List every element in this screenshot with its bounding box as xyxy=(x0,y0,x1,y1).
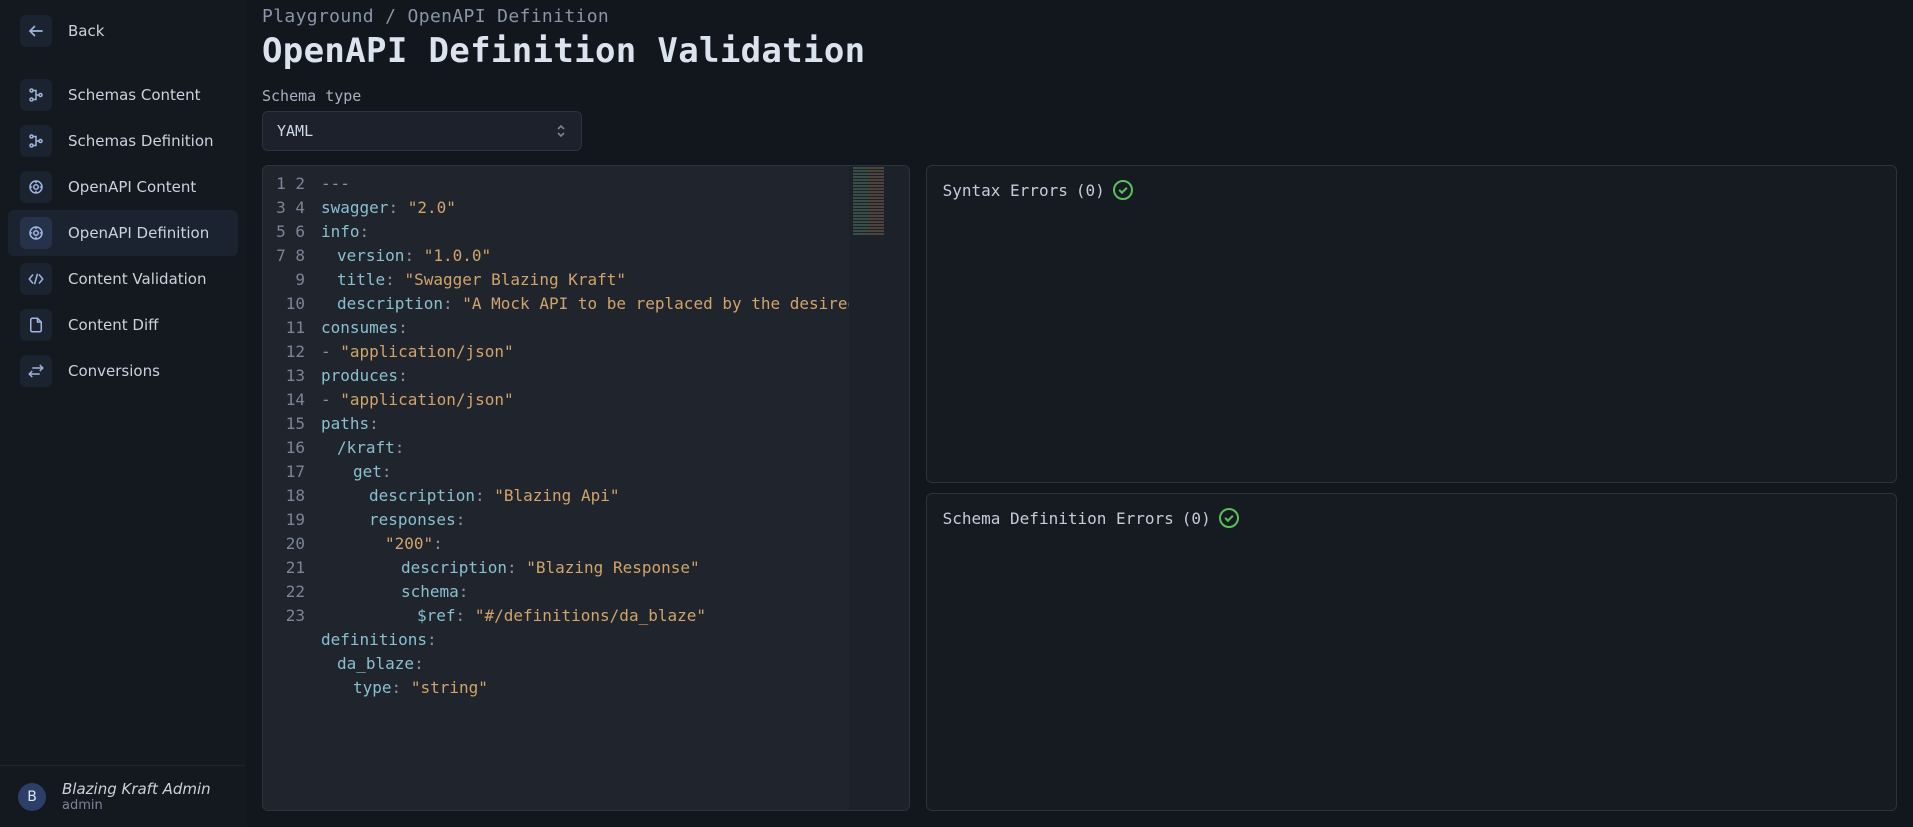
chevron-updown-icon xyxy=(555,123,567,139)
schema-type-value: YAML xyxy=(277,122,313,140)
breadcrumb[interactable]: Playground / OpenAPI Definition xyxy=(262,6,1897,27)
page-title: OpenAPI Definition Validation xyxy=(262,31,1897,71)
sidebar-item-label: Content Validation xyxy=(68,270,207,288)
sidebar-item-label: Conversions xyxy=(68,362,160,380)
syntax-errors-panel: Syntax Errors (0) xyxy=(926,165,1897,483)
sidebar-item-conversions[interactable]: Conversions xyxy=(8,348,238,394)
sidebar-item-label: Content Diff xyxy=(68,316,158,334)
syntax-errors-count: (0) xyxy=(1076,181,1105,200)
editor-code[interactable]: --- swagger: "2.0" info: version: "1.0.0… xyxy=(317,166,849,810)
avatar: B xyxy=(18,783,46,811)
check-circle-icon xyxy=(1113,180,1133,200)
user-name: Blazing Kraft Admin xyxy=(62,780,211,798)
sidebar-item-openapi-content[interactable]: OpenAPI Content xyxy=(8,164,238,210)
sidebar-item-content-diff[interactable]: Content Diff xyxy=(8,302,238,348)
file-diff-icon xyxy=(20,309,52,341)
swap-icon xyxy=(20,355,52,387)
editor-minimap[interactable] xyxy=(849,166,909,810)
sidebar-item-content-validation[interactable]: Content Validation xyxy=(8,256,238,302)
arrow-left-icon xyxy=(20,15,52,47)
schema-content-icon xyxy=(20,79,52,111)
schema-type-select[interactable]: YAML xyxy=(262,111,582,151)
schema-errors-panel: Schema Definition Errors (0) xyxy=(926,493,1897,811)
back-button[interactable]: Back xyxy=(8,8,238,54)
sidebar-item-label: Back xyxy=(68,22,104,40)
schema-definition-icon xyxy=(20,125,52,157)
sidebar-item-schemas-definition[interactable]: Schemas Definition xyxy=(8,118,238,164)
user-role: admin xyxy=(62,798,211,813)
sidebar-item-label: OpenAPI Content xyxy=(68,178,196,196)
sidebar-item-label: Schemas Content xyxy=(68,86,201,104)
schema-errors-label: Schema Definition Errors xyxy=(943,509,1174,528)
yaml-editor[interactable]: 1 2 3 4 5 6 7 8 9 10 11 12 13 14 15 16 1… xyxy=(262,165,910,811)
sidebar-item-label: Schemas Definition xyxy=(68,132,214,150)
sidebar-item-label: OpenAPI Definition xyxy=(68,224,209,242)
user-block[interactable]: B Blazing Kraft Admin admin xyxy=(0,765,246,827)
sidebar-item-schemas-content[interactable]: Schemas Content xyxy=(8,72,238,118)
check-circle-icon xyxy=(1219,508,1239,528)
openapi-definition-icon xyxy=(20,217,52,249)
schema-errors-count: (0) xyxy=(1182,509,1211,528)
openapi-content-icon xyxy=(20,171,52,203)
syntax-errors-label: Syntax Errors xyxy=(943,181,1068,200)
code-brackets-icon xyxy=(20,263,52,295)
sidebar-item-openapi-definition[interactable]: OpenAPI Definition xyxy=(8,210,238,256)
main: Playground / OpenAPI Definition OpenAPI … xyxy=(246,0,1913,827)
schema-type-label: Schema type xyxy=(262,87,1897,105)
editor-gutter: 1 2 3 4 5 6 7 8 9 10 11 12 13 14 15 16 1… xyxy=(263,166,317,810)
sidebar: Back Schemas Content Schemas Definition … xyxy=(0,0,246,827)
